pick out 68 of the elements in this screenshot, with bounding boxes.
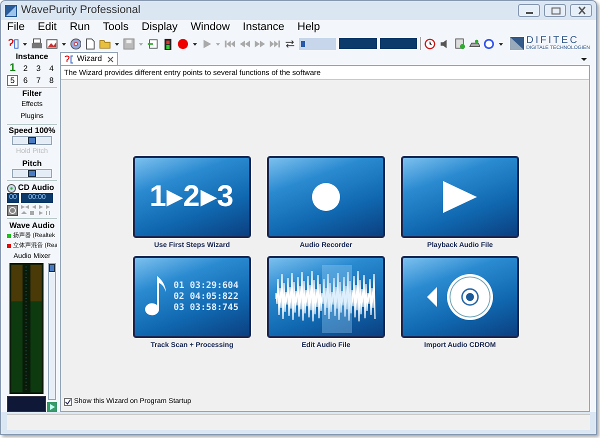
track-time: 02 04:05:822	[173, 292, 239, 302]
slider-thumb[interactable]	[28, 170, 36, 177]
menu-item[interactable]: Run	[70, 22, 90, 33]
cd-icon[interactable]	[70, 36, 82, 50]
play-icon	[442, 180, 478, 214]
printer-icon[interactable]	[30, 36, 43, 50]
circle-icon	[311, 182, 341, 212]
track-time: 03 03:58:745	[173, 302, 239, 314]
instance-button[interactable]: 8	[46, 75, 57, 86]
record-icon[interactable]	[176, 36, 189, 50]
menu-item[interactable]: Display	[142, 22, 178, 33]
logo-text: DIFITEC	[526, 36, 580, 46]
wizard-tile[interactable]	[267, 256, 385, 338]
menu-item[interactable]: Tools	[102, 22, 129, 33]
power-icon[interactable]	[7, 204, 18, 216]
close-icon[interactable]	[106, 56, 114, 62]
time-display	[380, 38, 417, 49]
checkbox[interactable]	[64, 398, 72, 406]
logo-icon	[510, 37, 524, 50]
meter-display	[7, 396, 46, 412]
section-title: Wave Audio	[9, 221, 55, 231]
new-file-icon[interactable]	[84, 36, 96, 50]
slider-label: Pitch	[22, 159, 42, 169]
wizard-tile[interactable]	[401, 156, 519, 238]
tab-label: Wizard	[77, 55, 102, 63]
section-title: CD Audio	[18, 183, 54, 193]
time-display	[339, 38, 377, 49]
caret-icon[interactable]	[580, 55, 588, 63]
slider-label: Speed 100%	[8, 126, 56, 136]
stopwatch-icon[interactable]	[424, 36, 436, 50]
menu-item[interactable]: Instance	[242, 22, 284, 33]
position-slider-thumb[interactable]	[300, 40, 305, 46]
minimize-button[interactable]	[518, 4, 540, 17]
menu-item[interactable]: Edit	[38, 22, 57, 33]
section-title: Instance	[16, 52, 48, 62]
wizard-tile[interactable]: 01 03:29:604 02 04:05:822 03 03:58:745	[133, 256, 251, 338]
steps-text: 1▸2▸3	[149, 182, 235, 212]
slider-thumb[interactable]	[28, 137, 36, 144]
instance-button[interactable]: 4	[46, 63, 57, 74]
wizard-tile[interactable]: 1▸2▸3	[133, 156, 251, 238]
export-icon[interactable]	[146, 36, 159, 50]
wizard-icon	[64, 54, 75, 64]
close-button[interactable]	[570, 4, 592, 17]
wizard-tile[interactable]	[267, 156, 385, 238]
instance-button[interactable]: 6	[20, 75, 31, 86]
section-title: Filter	[22, 89, 42, 99]
volume-slider-thumb[interactable]	[49, 264, 55, 272]
maximize-button[interactable]	[544, 4, 566, 17]
cd-drawing	[425, 272, 495, 322]
instance-button[interactable]: 2	[20, 63, 31, 74]
play-icon[interactable]	[47, 402, 57, 412]
wizard-tile[interactable]	[401, 256, 519, 338]
track-time: 01 03:29:604	[173, 280, 239, 292]
menu-item[interactable]: Help	[297, 22, 320, 33]
check-icon	[65, 398, 71, 405]
instance-button[interactable]: 5	[7, 75, 18, 86]
menu-item[interactable]: Window	[190, 22, 230, 33]
window-title: WavePurity Professional	[21, 3, 140, 18]
picture-icon[interactable]	[46, 36, 58, 50]
cd-icon	[7, 184, 16, 192]
instance-button[interactable]: 1	[7, 63, 18, 74]
instance-button[interactable]: 7	[33, 75, 44, 86]
menu-item[interactable]: File	[7, 22, 25, 33]
level-meter-icon[interactable]	[162, 36, 174, 50]
instance-button[interactable]: 3	[33, 63, 44, 74]
document-icon[interactable]	[454, 36, 466, 50]
tab[interactable]: Wizard	[60, 52, 118, 65]
app-icon	[5, 4, 17, 16]
